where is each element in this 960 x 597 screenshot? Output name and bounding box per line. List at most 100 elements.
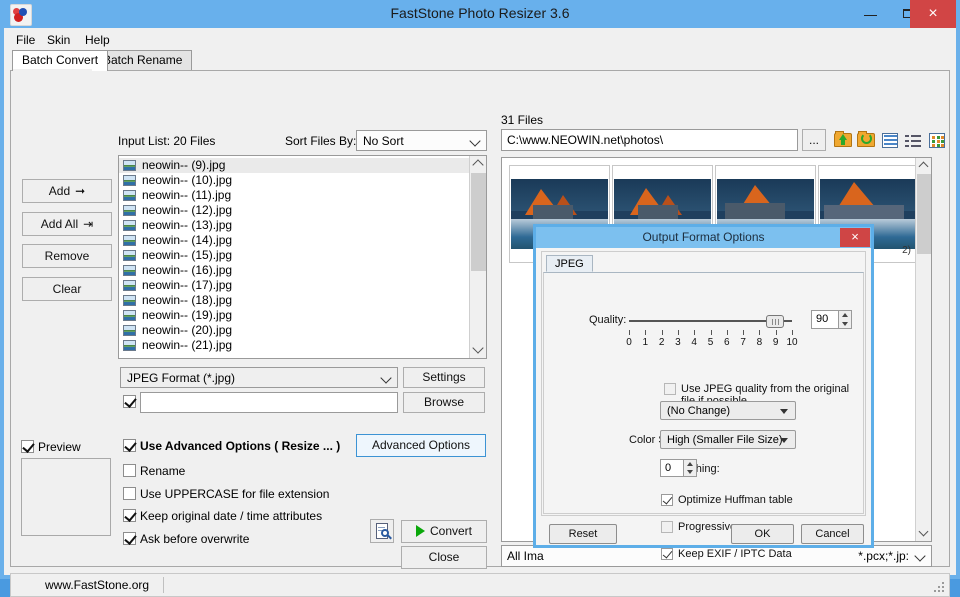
list-item-label: neowin-- (21).jpg — [142, 338, 232, 352]
image-file-icon — [123, 265, 136, 276]
list-item[interactable]: neowin-- (12).jpg — [119, 203, 469, 218]
slider-tick — [678, 330, 679, 335]
list-view-icon[interactable] — [879, 129, 901, 151]
slider-tick-label: 1 — [639, 337, 651, 348]
uppercase-extension-checkbox[interactable] — [123, 487, 136, 500]
cancel-button[interactable]: Cancel — [801, 524, 864, 544]
quality-value[interactable]: 90 — [811, 310, 839, 329]
scroll-down-icon[interactable] — [470, 342, 486, 358]
stepper-up-icon[interactable] — [839, 311, 850, 319]
input-file-list[interactable]: neowin-- (9).jpgneowin-- (10).jpgneowin-… — [118, 155, 487, 359]
advanced-options-label: Use Advanced Options ( Resize ... ) — [140, 439, 340, 453]
list-item-label: neowin-- (20).jpg — [142, 323, 232, 337]
menu-file[interactable]: File — [11, 32, 40, 48]
clear-button[interactable]: Clear — [22, 277, 112, 301]
advanced-options-checkbox[interactable] — [123, 439, 136, 452]
progressive-checkbox[interactable] — [661, 521, 673, 533]
arrow-right-icon: ➞ — [75, 180, 85, 202]
tab-batch-convert[interactable]: Batch Convert — [12, 50, 108, 71]
thumbnail-view-icon[interactable] — [926, 129, 948, 151]
file-filter-value-left: All Ima — [507, 549, 544, 563]
use-original-quality-checkbox[interactable] — [664, 383, 676, 395]
optimize-huffman-checkbox[interactable] — [661, 494, 673, 506]
browse-path-button[interactable]: ... — [802, 129, 826, 151]
slider-tick-label: 2 — [656, 337, 668, 348]
file-list-scrollbar[interactable] — [469, 156, 486, 358]
scroll-down-icon[interactable] — [916, 526, 931, 541]
list-item[interactable]: neowin-- (9).jpg — [119, 158, 469, 173]
stepper-down-icon[interactable] — [839, 320, 850, 328]
list-item[interactable]: neowin-- (20).jpg — [119, 323, 469, 338]
arrow-right-double-icon: ⇥ — [83, 213, 93, 235]
image-file-icon — [123, 175, 136, 186]
list-item[interactable]: neowin-- (18).jpg — [119, 293, 469, 308]
stepper-down-icon[interactable] — [684, 468, 695, 476]
preview-compare-button[interactable] — [370, 519, 394, 543]
slider-thumb[interactable] — [766, 315, 784, 328]
quality-slider[interactable] — [629, 315, 792, 327]
rename-label: Rename — [140, 464, 185, 478]
file-filter-value-right: *.pcx;*.jp: — [858, 549, 909, 563]
input-list-label: Input List: 20 Files — [118, 134, 215, 148]
convert-button[interactable]: Convert — [401, 520, 487, 543]
list-item[interactable]: neowin-- (13).jpg — [119, 218, 469, 233]
reset-button[interactable]: Reset — [549, 524, 617, 544]
list-item[interactable]: neowin-- (19).jpg — [119, 308, 469, 323]
slider-tick-label: 6 — [721, 337, 733, 348]
advanced-options-button[interactable]: Advanced Options — [356, 434, 486, 457]
scrollbar-thumb[interactable] — [917, 174, 931, 254]
ask-before-overwrite-checkbox[interactable] — [123, 532, 136, 545]
keep-date-checkbox[interactable] — [123, 509, 136, 522]
list-item[interactable]: neowin-- (15).jpg — [119, 248, 469, 263]
refresh-icon[interactable] — [855, 129, 877, 151]
dialog-close-button[interactable]: × — [840, 228, 870, 247]
image-file-icon — [123, 250, 136, 261]
add-all-button[interactable]: Add All⇥ — [22, 212, 112, 236]
menu-skin[interactable]: Skin — [42, 32, 75, 48]
list-item[interactable]: neowin-- (17).jpg — [119, 278, 469, 293]
color-subsampling-select[interactable]: High (Smaller File Size) — [660, 430, 796, 449]
ok-button[interactable]: OK — [731, 524, 794, 544]
list-item[interactable]: neowin-- (21).jpg — [119, 338, 469, 353]
sort-files-by-select[interactable]: No Sort — [356, 130, 487, 151]
dialog-tab-jpeg[interactable]: JPEG — [546, 255, 593, 272]
smoothing-value[interactable]: 0 — [660, 459, 684, 477]
keep-exif-checkbox[interactable] — [661, 548, 673, 560]
uppercase-extension-label: Use UPPERCASE for file extension — [140, 487, 329, 501]
list-item[interactable]: neowin-- (10).jpg — [119, 173, 469, 188]
add-button[interactable]: Add➞ — [22, 179, 112, 203]
chevron-down-icon — [780, 409, 788, 414]
scroll-up-icon[interactable] — [470, 156, 486, 172]
output-format-select[interactable]: JPEG Format (*.jpg) — [120, 367, 398, 388]
rename-checkbox[interactable] — [123, 464, 136, 477]
scroll-up-icon[interactable] — [916, 158, 931, 173]
keep-date-label: Keep original date / time attributes — [140, 509, 322, 523]
list-item-label: neowin-- (16).jpg — [142, 263, 232, 277]
output-format-options-dialog: Output Format Options × JPEG Quality: 01… — [533, 224, 874, 548]
remove-button[interactable]: Remove — [22, 244, 112, 268]
close-button[interactable]: Close — [401, 546, 487, 569]
preview-checkbox[interactable] — [21, 440, 34, 453]
stepper-up-icon[interactable] — [684, 460, 695, 468]
path-input[interactable] — [501, 129, 798, 151]
output-folder-checkbox[interactable] — [123, 395, 136, 408]
settings-button[interactable]: Settings — [403, 367, 485, 388]
output-folder-input[interactable] — [140, 392, 398, 413]
up-folder-icon[interactable] — [832, 129, 854, 151]
resize-grip-icon[interactable] — [934, 582, 945, 593]
scrollbar-thumb[interactable] — [471, 173, 486, 271]
thumbnail-scrollbar[interactable] — [915, 158, 931, 541]
close-window-button[interactable]: × — [910, 0, 956, 28]
menu-help[interactable]: Help — [80, 32, 115, 48]
browse-button[interactable]: Browse — [403, 392, 485, 413]
smoothing-stepper[interactable] — [684, 459, 697, 477]
quality-stepper[interactable] — [839, 310, 852, 329]
list-item[interactable]: neowin-- (14).jpg — [119, 233, 469, 248]
menu-bar: File Skin Help — [4, 28, 956, 50]
list-item[interactable]: neowin-- (16).jpg — [119, 263, 469, 278]
progressive-label: Progressive — [678, 521, 736, 533]
list-item[interactable]: neowin-- (11).jpg — [119, 188, 469, 203]
details-view-icon[interactable] — [902, 129, 924, 151]
photometric-select[interactable]: (No Change) — [660, 401, 796, 420]
slider-tick — [759, 330, 760, 335]
